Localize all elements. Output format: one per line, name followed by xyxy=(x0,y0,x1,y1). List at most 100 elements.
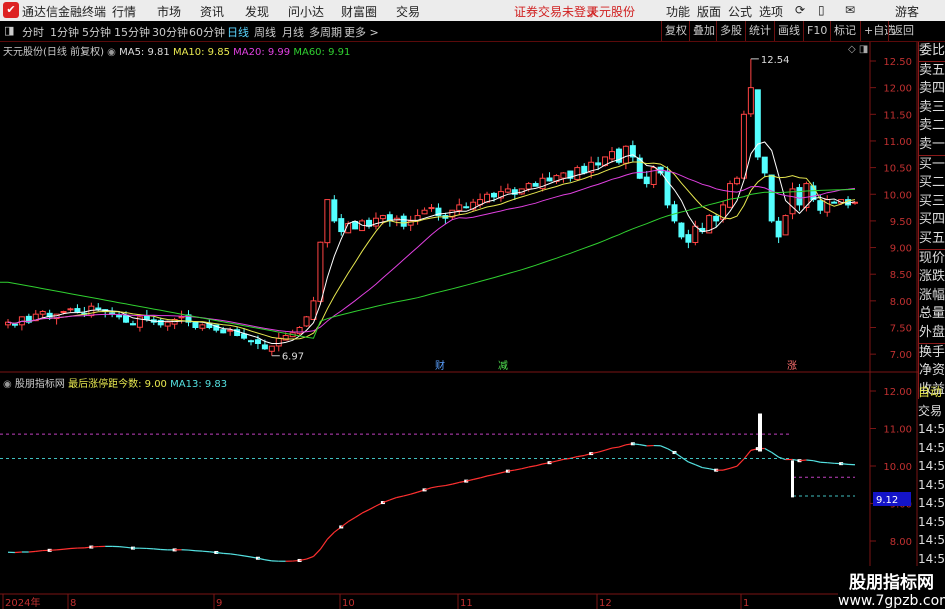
candle-down xyxy=(254,339,261,344)
tool-diejia[interactable]: 叠加 xyxy=(689,21,718,41)
indicator-line xyxy=(264,559,272,562)
sub-title: 股朋指标网 xyxy=(14,379,65,390)
indicator-line xyxy=(396,495,404,499)
indicator-line xyxy=(56,548,64,551)
candle-down xyxy=(546,177,553,182)
period-multi[interactable]: 多周期 xyxy=(309,24,342,40)
candle-down xyxy=(796,187,803,206)
candle-down xyxy=(685,234,692,243)
menu-zixun[interactable]: 资讯 xyxy=(200,3,224,20)
trade-label: 14:56 xyxy=(918,514,945,529)
menu-hangqing[interactable]: 行情 xyxy=(112,3,136,20)
tool-biaoji[interactable]: 标记 xyxy=(830,21,859,41)
indicator-line xyxy=(202,550,210,553)
diamond-icon[interactable]: ◇ xyxy=(848,44,856,55)
indicator-line xyxy=(479,475,488,479)
app-title: 通达信金融终端 xyxy=(22,5,107,19)
stock-name: 天元股份 xyxy=(587,5,636,19)
trade-label: 14:56 xyxy=(918,496,945,510)
menu-banmian[interactable]: 版面 xyxy=(697,3,721,20)
kline-chart[interactable]: 12.54 6.97 财 减 涨 12.50 12.00 11.50 11.00 10.50 10.… xyxy=(0,42,918,609)
settings-icon[interactable]: ◉ xyxy=(107,47,116,58)
x-tick-label: 11 xyxy=(460,598,473,609)
candle-up xyxy=(178,316,185,319)
ma60-value: MA60: 9.91 xyxy=(293,47,351,58)
refresh-icon[interactable]: ⟳ xyxy=(795,3,805,17)
candle-down xyxy=(490,192,497,198)
event-marker: 财 xyxy=(435,359,445,372)
panel-toggle-icon[interactable]: ◨ xyxy=(4,24,14,37)
period-30min[interactable]: 30分钟 xyxy=(152,24,188,40)
candle-up xyxy=(824,199,831,213)
phone-icon[interactable]: ▯ xyxy=(818,3,825,17)
period-daily[interactable]: 日线 xyxy=(227,24,249,40)
period-more[interactable]: 更多 > xyxy=(344,24,379,40)
panel-icon[interactable]: ◨ xyxy=(859,44,868,55)
settings-icon[interactable]: ◉ xyxy=(3,379,12,390)
y-tick-label: 12.50 xyxy=(883,57,912,68)
quote-label: 卖三 xyxy=(918,98,945,118)
menu-shichang[interactable]: 市场 xyxy=(157,3,181,20)
tool-huaxian[interactable]: 画线 xyxy=(774,21,803,41)
period-5min[interactable]: 5分钟 xyxy=(82,24,111,40)
indicator-line xyxy=(119,546,127,548)
quote-label: 现价 xyxy=(918,248,945,269)
indicator-line xyxy=(597,449,606,453)
tool-tongji[interactable]: 统计 xyxy=(745,21,774,41)
candle-up xyxy=(733,177,740,185)
period-weekly[interactable]: 周线 xyxy=(254,24,276,40)
candle-up xyxy=(227,329,234,332)
menu-gongneng[interactable]: 功能 xyxy=(666,3,690,20)
trade-label: 自动 xyxy=(918,385,943,399)
period-monthly[interactable]: 月线 xyxy=(282,24,304,40)
trade-label: 14:56 xyxy=(918,533,945,547)
period-fenshi[interactable]: 分时 xyxy=(22,24,44,40)
indicator-line xyxy=(841,463,849,465)
quote-label: 买五 xyxy=(918,229,945,249)
user-label[interactable]: 游客 xyxy=(895,3,919,20)
candle-up xyxy=(296,327,303,335)
indicator-line xyxy=(681,456,689,463)
period-15min[interactable]: 15分钟 xyxy=(114,24,150,40)
quote-label: 买四 xyxy=(918,211,945,230)
menu-caifuquan[interactable]: 财富圈 xyxy=(341,3,377,20)
menu-gongshi[interactable]: 公式 xyxy=(728,3,752,20)
candle-down xyxy=(532,183,539,187)
indicator-line xyxy=(354,512,363,518)
period-1min[interactable]: 1分钟 xyxy=(50,24,79,40)
indicator-line xyxy=(514,468,522,471)
candle-up xyxy=(622,145,629,164)
menu-faxian[interactable]: 发现 xyxy=(245,3,269,20)
mail-icon[interactable]: ✉ xyxy=(845,3,855,17)
ma5-line xyxy=(7,141,856,344)
quote-label: 卖二 xyxy=(918,117,945,136)
indicator-line xyxy=(618,444,627,448)
tool-duogu[interactable]: 多股 xyxy=(716,21,745,41)
indicator-line xyxy=(410,491,418,495)
indicator-line xyxy=(722,467,731,471)
ma5-value: MA5: 9.81 xyxy=(119,47,170,58)
sub-y-tick-label: 8.00 xyxy=(890,537,912,548)
sub-y-tick-label: 12.00 xyxy=(883,387,912,398)
menu-jiaoyi[interactable]: 交易 xyxy=(396,3,420,20)
indicator-line xyxy=(63,547,71,550)
candle-up xyxy=(303,316,310,327)
period-60min[interactable]: 60分钟 xyxy=(189,24,225,40)
indicator-line xyxy=(702,466,710,470)
tool-f10[interactable]: F10 xyxy=(803,21,830,41)
indicator-line xyxy=(368,505,377,511)
y-tick-label: 7.50 xyxy=(890,324,912,335)
trade-label: 14:56 xyxy=(918,422,945,436)
candle-up xyxy=(428,207,435,210)
candle-down xyxy=(671,204,678,222)
x-tick-label: 8 xyxy=(70,598,76,609)
candle-up xyxy=(747,87,754,115)
indicator-line xyxy=(695,464,703,469)
tool-fuquan[interactable]: 复权 xyxy=(661,21,690,41)
candle-down xyxy=(761,156,768,174)
login-status: 证券交易未登录 xyxy=(514,5,599,19)
tool-fanhui[interactable]: 返回 xyxy=(888,21,917,41)
menu-xuanxiang[interactable]: 选项 xyxy=(759,3,783,20)
menu-wenxiaoda[interactable]: 问小达 xyxy=(288,3,324,20)
quote-label: 换手 xyxy=(918,342,945,363)
